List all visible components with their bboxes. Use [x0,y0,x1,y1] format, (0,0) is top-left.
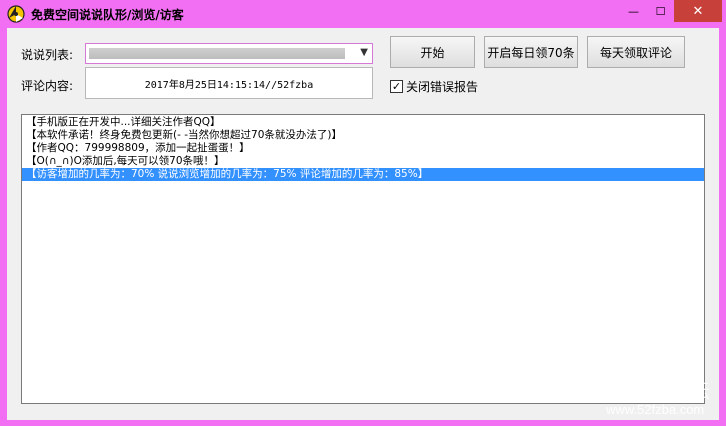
disable-error-report-option[interactable]: ✓ 关闭错误报告 [390,78,478,95]
close-button[interactable]: ✕ [674,0,722,22]
log-line[interactable]: 【手机版正在开发中...详细关注作者QQ】 [22,116,704,129]
daily-comment-button[interactable]: 每天领取评论 [587,36,685,68]
watermark-char: 坛 [690,379,710,403]
shuoshuo-list-label: 说说列表: [21,48,74,62]
disable-error-report-checkbox[interactable]: ✓ [390,80,403,93]
comment-content-input[interactable]: 2017年8月25日14:15:14//52fzba [85,67,373,99]
checkmark-icon: ✓ [391,80,402,93]
chevron-down-icon[interactable]: ▼ [360,47,368,58]
log-listbox[interactable]: 【手机版正在开发中...详细关注作者QQ】 【本软件承诺！终身免费包更新(- -当… [21,114,705,404]
app-window: 免费空间说说队形/浏览/访客 — ☐ ✕ 说说列表: ▼ 评论内容: 2017年… [0,0,726,426]
shuoshuo-list-dropdown[interactable]: ▼ [85,43,373,64]
maximize-icon: ☐ [655,4,666,18]
dropdown-selected-value [89,48,345,59]
maximize-button[interactable]: ☐ [647,0,674,22]
client-area: 说说列表: ▼ 评论内容: 2017年8月25日14:15:14//52fzba… [7,28,719,420]
watermark-site: www.52fzba.com [606,402,705,417]
app-logo-icon [7,5,25,23]
log-line[interactable]: 【本软件承诺！终身免费包更新(- -当然你想超过70条就没办法了)】 [22,129,704,142]
start-button[interactable]: 开始 [390,36,475,68]
minimize-icon: — [628,4,639,18]
minimize-button[interactable]: — [620,0,647,22]
comment-content-label: 评论内容: [21,79,74,93]
window-title: 免费空间说说队形/浏览/访客 [31,8,184,22]
disable-error-report-label: 关闭错误报告 [406,80,479,94]
daily-70-button[interactable]: 开启每日领70条 [484,36,578,68]
log-line[interactable]: 【访客增加的几率为：70% 说说浏览增加的几率为：75% 评论增加的几率为：85… [22,168,704,181]
close-icon: ✕ [692,3,704,19]
log-line[interactable]: 【O(∩_∩)O添加后,每天可以领70条哦！】 [22,155,704,168]
log-line[interactable]: 【作者QQ：799998809，添加一起扯蛋蛋！】 [22,142,704,155]
title-bar[interactable]: 免费空间说说队形/浏览/访客 — ☐ ✕ [0,0,726,28]
comment-content-value: 2017年8月25日14:15:14//52fzba [144,79,314,91]
